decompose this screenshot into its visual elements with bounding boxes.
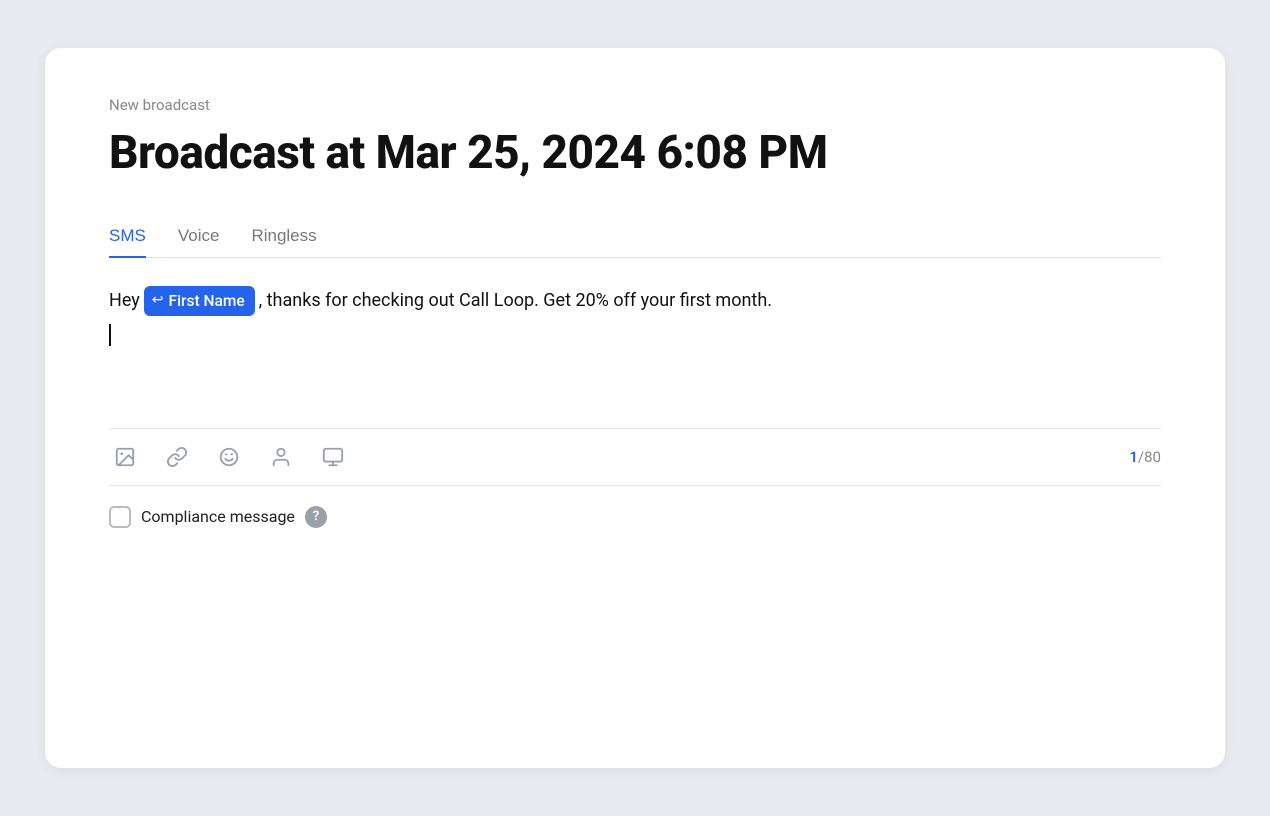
message-prefix: Hey (109, 286, 140, 317)
media-icon[interactable] (317, 441, 349, 473)
person-icon[interactable] (265, 441, 297, 473)
compliance-row: Compliance message ? (109, 485, 1161, 528)
tab-ringless[interactable]: Ringless (251, 216, 316, 258)
toolbar: 1/80 (109, 428, 1161, 485)
first-name-tag[interactable]: ↩ First Name (144, 286, 255, 316)
tab-bar: SMS Voice Ringless (109, 216, 1161, 258)
compliance-help-icon[interactable]: ? (305, 506, 327, 528)
tab-sms[interactable]: SMS (109, 216, 146, 258)
char-count: 1/80 (1129, 448, 1161, 466)
message-line-1: Hey ↩ First Name , thanks for checking o… (109, 286, 1161, 317)
compliance-checkbox[interactable] (109, 506, 131, 528)
cursor-line (109, 324, 1161, 346)
char-current: 1 (1129, 448, 1138, 466)
tag-label: First Name (169, 288, 245, 314)
broadcast-card: New broadcast Broadcast at Mar 25, 2024 … (45, 48, 1225, 768)
char-total: 80 (1144, 448, 1161, 466)
tag-icon: ↩ (152, 289, 164, 313)
image-icon[interactable] (109, 441, 141, 473)
link-icon[interactable] (161, 441, 193, 473)
message-suffix: , thanks for checking out Call Loop. Get… (259, 286, 772, 317)
tab-voice[interactable]: Voice (178, 216, 220, 258)
message-area[interactable]: Hey ↩ First Name , thanks for checking o… (109, 286, 1161, 416)
toolbar-icons (109, 441, 349, 473)
compliance-label: Compliance message (141, 507, 295, 526)
text-cursor (109, 324, 111, 346)
emoji-icon[interactable] (213, 441, 245, 473)
page-title: Broadcast at Mar 25, 2024 6:08 PM (109, 126, 1161, 180)
breadcrumb: New broadcast (109, 96, 1161, 114)
